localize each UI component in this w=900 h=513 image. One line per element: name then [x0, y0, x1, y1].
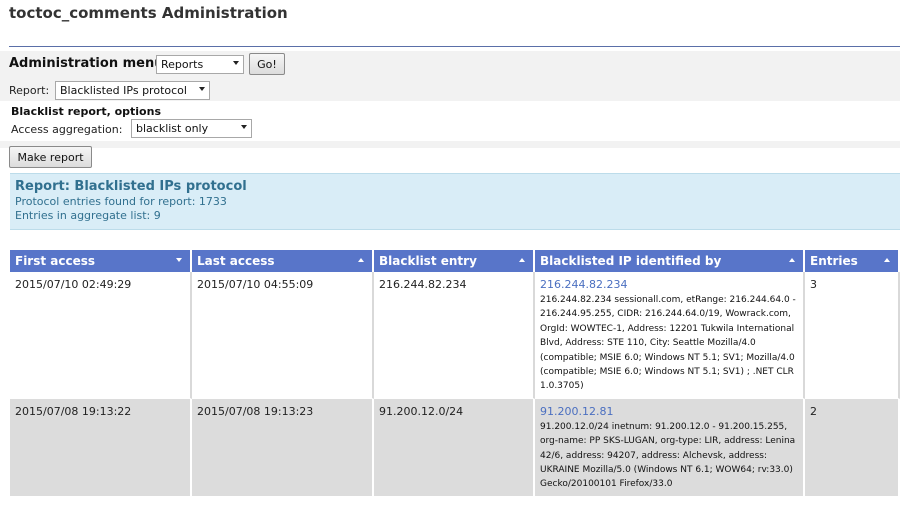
- sort-asc-icon: [358, 258, 364, 262]
- column-header-blacklist-entry[interactable]: Blacklist entry: [374, 250, 535, 272]
- admin-menu-select[interactable]: Reports: [156, 55, 244, 74]
- admin-menu-selected: Reports: [161, 58, 204, 71]
- chevron-down-icon: [199, 87, 205, 91]
- ip-link[interactable]: 91.200.12.81: [540, 405, 798, 418]
- column-header-entries[interactable]: Entries: [805, 250, 900, 272]
- ip-link[interactable]: 216.244.82.234: [540, 278, 798, 291]
- report-select[interactable]: Blacklisted IPs protocol: [55, 81, 210, 100]
- report-info-title: Report: Blacklisted IPs protocol: [15, 179, 247, 194]
- chevron-down-icon: [241, 125, 247, 129]
- cell-identified-by: 216.244.82.234 216.244.82.234 sessionall…: [535, 272, 805, 399]
- table-header-row: First access Last access Blacklist entry…: [10, 250, 900, 272]
- sort-desc-icon: [176, 258, 182, 262]
- make-report-button[interactable]: Make report: [9, 146, 92, 168]
- column-header-last-access[interactable]: Last access: [192, 250, 374, 272]
- sort-asc-icon: [789, 258, 795, 262]
- cell-first-access: 2015/07/08 19:13:22: [10, 398, 192, 497]
- admin-menu-label: Administration menu: [9, 56, 164, 71]
- report-selected: Blacklisted IPs protocol: [60, 84, 187, 97]
- table-row: 2015/07/08 19:13:22 2015/07/08 19:13:23 …: [10, 398, 900, 497]
- options-title: Blacklist report, options: [11, 105, 161, 118]
- go-button[interactable]: Go!: [249, 53, 285, 75]
- table-row: 2015/07/10 02:49:29 2015/07/10 04:55:09 …: [10, 272, 900, 399]
- chevron-down-icon: [233, 61, 239, 65]
- column-header-identified-by[interactable]: Blacklisted IP identified by: [535, 250, 805, 272]
- cell-identified-by: 91.200.12.81 91.200.12.0/24 inetnum: 91.…: [535, 398, 805, 497]
- title-divider: [9, 46, 900, 47]
- cell-entries: 3: [805, 272, 900, 399]
- report-table: First access Last access Blacklist entry…: [10, 250, 900, 497]
- ip-detail-text: 91.200.12.0/24 inetnum: 91.200.12.0 - 91…: [540, 421, 796, 490]
- aggregate-count-text: Entries in aggregate list: 9: [15, 209, 161, 222]
- sort-asc-icon: [884, 258, 890, 262]
- sort-asc-icon: [519, 258, 525, 262]
- cell-blacklist-entry: 216.244.82.234: [374, 272, 535, 399]
- aggregation-label: Access aggregation:: [11, 123, 123, 136]
- cell-blacklist-entry: 91.200.12.0/24: [374, 398, 535, 497]
- entries-found-text: Protocol entries found for report: 1733: [15, 195, 227, 208]
- cell-entries: 2: [805, 398, 900, 497]
- aggregation-select[interactable]: blacklist only: [131, 119, 252, 138]
- cell-last-access: 2015/07/08 19:13:23: [192, 398, 374, 497]
- report-label: Report:: [9, 84, 50, 97]
- column-header-first-access[interactable]: First access: [10, 250, 192, 272]
- cell-first-access: 2015/07/10 02:49:29: [10, 272, 192, 399]
- aggregation-selected: blacklist only: [136, 122, 209, 135]
- ip-detail-text: 216.244.82.234 sessionall.com, etRange: …: [540, 295, 796, 392]
- cell-last-access: 2015/07/10 04:55:09: [192, 272, 374, 399]
- admin-page: toctoc_comments Administration Administr…: [0, 0, 900, 513]
- page-title: toctoc_comments Administration: [9, 4, 288, 22]
